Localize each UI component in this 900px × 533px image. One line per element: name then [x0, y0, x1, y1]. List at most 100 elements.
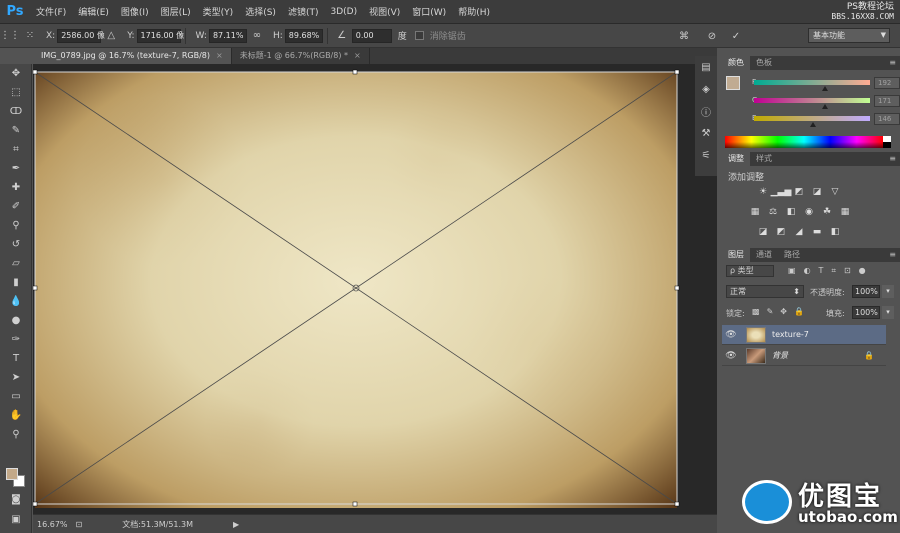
tool-presets-icon[interactable]: ⚒	[695, 122, 717, 144]
curves-icon[interactable]: ◩	[792, 186, 806, 198]
history-panel-icon[interactable]: ▤	[695, 56, 717, 78]
green-slider-thumb[interactable]	[822, 104, 828, 109]
gradient-tool-icon[interactable]: ▮	[0, 273, 32, 292]
type-filter-icon[interactable]: T	[819, 266, 824, 276]
panel-menu-icon[interactable]: ≡	[889, 248, 896, 262]
pen-tool-icon[interactable]: ✑	[0, 330, 32, 349]
move-tool-icon[interactable]: ✥	[0, 64, 32, 83]
canvas-area[interactable]	[33, 64, 717, 514]
relative-position-icon[interactable]: △	[103, 28, 119, 44]
brightness-icon[interactable]: ☀	[756, 186, 770, 198]
green-slider[interactable]	[754, 98, 870, 103]
gradient-map-icon[interactable]: ▬	[810, 226, 824, 238]
height-input[interactable]: 89.68%	[284, 28, 323, 43]
eyedropper-tool-icon[interactable]: ✒	[0, 159, 32, 178]
selective-color-icon[interactable]: ◧	[828, 226, 842, 238]
healing-brush-icon[interactable]: ✚	[0, 178, 32, 197]
menu-select[interactable]: 选择(S)	[239, 5, 282, 18]
hand-tool-icon[interactable]: ✋	[0, 406, 32, 425]
layer-name[interactable]: texture-7	[772, 330, 809, 339]
menu-image[interactable]: 图像(I)	[115, 5, 155, 18]
tab-styles[interactable]: 样式	[750, 152, 778, 166]
posterize-icon[interactable]: ◩	[774, 226, 788, 238]
shape-filter-icon[interactable]: ⌗	[831, 266, 836, 276]
tab-adjustments[interactable]: 调整	[722, 152, 750, 166]
menu-help[interactable]: 帮助(H)	[452, 5, 496, 18]
tab-swatches[interactable]: 色板	[750, 56, 778, 70]
foreground-color-swatch[interactable]	[726, 76, 740, 90]
smart-object-filter-icon[interactable]: ⊡	[844, 266, 851, 276]
filter-toggle-icon[interactable]: ●	[859, 266, 866, 276]
zoom-level[interactable]: 16.67%	[37, 520, 68, 529]
layer-row-background[interactable]: 👁 背景 🔒	[722, 346, 886, 366]
quick-select-tool-icon[interactable]: ✎	[0, 121, 32, 140]
layer-name[interactable]: 背景	[772, 350, 788, 361]
brush-presets-icon[interactable]: ⚟	[695, 144, 717, 166]
transform-tool-icon[interactable]: ⋮⋮	[0, 28, 20, 44]
menu-layer[interactable]: 图层(L)	[155, 5, 197, 18]
tab-channels[interactable]: 通道	[750, 248, 778, 262]
vibrance-icon[interactable]: ▽	[828, 186, 842, 198]
share-icon[interactable]: ⊡	[76, 520, 83, 529]
menu-filter[interactable]: 滤镜(T)	[282, 5, 325, 18]
tab-img-0789[interactable]: IMG_0789.jpg @ 16.7% (texture-7, RGB/8) ×	[33, 48, 232, 64]
quick-mask-icon[interactable]: ◙	[0, 490, 32, 509]
y-input[interactable]: 1716.00 像	[136, 28, 184, 43]
menu-window[interactable]: 窗口(W)	[406, 5, 452, 18]
width-input[interactable]: 87.11%	[208, 28, 247, 43]
blue-slider-thumb[interactable]	[810, 122, 816, 127]
levels-icon[interactable]: ▁▃▅	[771, 186, 792, 198]
tab-color[interactable]: 颜色	[722, 56, 750, 70]
photo-filter-icon[interactable]: ◉	[802, 206, 816, 218]
lasso-tool-icon[interactable]: ↀ	[0, 102, 32, 121]
warp-icon[interactable]: ⌘	[676, 28, 692, 44]
menu-file[interactable]: 文件(F)	[30, 5, 72, 18]
menu-3d[interactable]: 3D(D)	[324, 7, 363, 17]
layer-filter-select[interactable]: ρ 类型	[726, 265, 774, 277]
red-value-input[interactable]: 192	[874, 77, 900, 89]
visibility-eye-icon[interactable]: 👁	[722, 351, 740, 361]
brush-tool-icon[interactable]: ✐	[0, 197, 32, 216]
angle-input[interactable]: 0.00	[351, 28, 392, 43]
invert-icon[interactable]: ◪	[756, 226, 770, 238]
threshold-icon[interactable]: ◢	[792, 226, 806, 238]
status-menu-arrow-icon[interactable]: ▶	[233, 520, 239, 529]
color-spectrum-bar[interactable]	[725, 136, 883, 148]
fill-dropdown-icon[interactable]: ▾	[882, 306, 894, 319]
path-select-icon[interactable]: ➤	[0, 368, 32, 387]
lock-image-icon[interactable]: ✎	[767, 307, 774, 316]
blend-mode-select[interactable]: 正常 ⬍	[726, 285, 804, 298]
workspace-select[interactable]: 基本功能 ▼	[808, 28, 890, 43]
link-icon[interactable]: ∞	[249, 28, 265, 44]
layer-row-texture-7[interactable]: 👁 texture-7	[722, 325, 886, 345]
lock-position-icon[interactable]: ✥	[780, 307, 787, 316]
red-slider-thumb[interactable]	[822, 86, 828, 91]
color-balance-icon[interactable]: ⚖	[766, 206, 780, 218]
lock-transparent-icon[interactable]: ▩	[752, 307, 760, 316]
adjustment-filter-icon[interactable]: ◐	[804, 266, 811, 276]
blur-tool-icon[interactable]: 💧	[0, 292, 32, 311]
foreground-color-swatch[interactable]	[6, 468, 18, 480]
marquee-tool-icon[interactable]: ⬚	[0, 83, 32, 102]
eraser-tool-icon[interactable]: ▱	[0, 254, 32, 273]
reference-point-icon[interactable]: ⁙	[22, 28, 38, 44]
green-value-input[interactable]: 171	[874, 95, 900, 107]
opacity-dropdown-icon[interactable]: ▾	[882, 285, 894, 298]
shape-tool-icon[interactable]: ▭	[0, 387, 32, 406]
black-white-swatch[interactable]	[883, 136, 891, 148]
red-slider[interactable]	[754, 80, 870, 85]
hue-saturation-icon[interactable]: ▦	[748, 206, 762, 218]
exposure-icon[interactable]: ◪	[810, 186, 824, 198]
antialias-checkbox[interactable]	[414, 31, 424, 40]
x-input[interactable]: 2586.00 像	[57, 28, 105, 43]
zoom-tool-icon[interactable]: ⚲	[0, 425, 32, 444]
menu-type[interactable]: 类型(Y)	[197, 5, 240, 18]
blue-slider[interactable]	[754, 116, 870, 121]
visibility-eye-icon[interactable]: 👁	[722, 330, 740, 340]
tab-untitled-1[interactable]: 未标题-1 @ 66.7%(RGB/8) * ×	[232, 48, 370, 64]
menu-edit[interactable]: 编辑(E)	[72, 5, 115, 18]
opacity-input[interactable]: 100%	[852, 285, 880, 298]
close-icon[interactable]: ×	[354, 51, 361, 60]
clone-stamp-icon[interactable]: ⚲	[0, 216, 32, 235]
dodge-tool-icon[interactable]: ●	[0, 311, 32, 330]
